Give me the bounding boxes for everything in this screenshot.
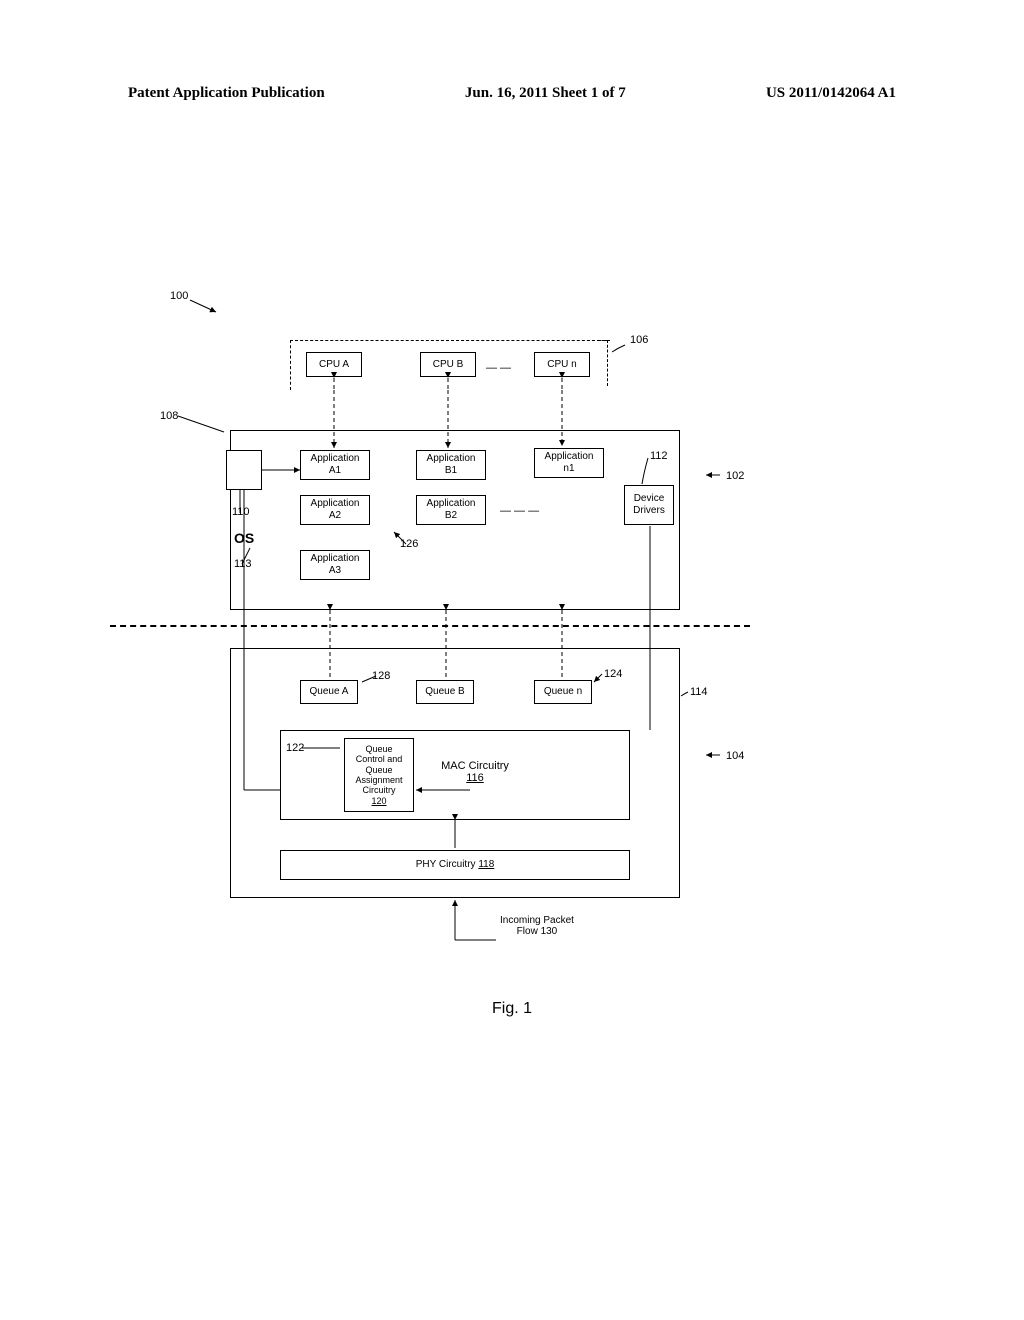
app-a1: Application A1 — [300, 450, 370, 480]
cpu-n: CPU n — [534, 352, 590, 377]
ref-118: 118 — [478, 859, 494, 870]
queue-n: Queue n — [534, 680, 592, 704]
figure-1-diagram: 100 CPU A CPU B CPU n — — 106 108 110 OS… — [150, 290, 870, 950]
app-a2: Application A2 — [300, 495, 370, 525]
app-b2: Application B2 — [416, 495, 486, 525]
ref-112: 112 — [650, 450, 668, 462]
ref-126: 126 — [400, 538, 418, 550]
ref-124: 124 — [604, 668, 622, 680]
hw-sw-divider — [110, 625, 750, 627]
header-center: Jun. 16, 2011 Sheet 1 of 7 — [465, 85, 626, 102]
ref-113: 113 — [234, 558, 252, 570]
app-ellipsis: — — — — [500, 505, 539, 517]
ref-106: 106 — [630, 334, 648, 346]
ref-114: 114 — [690, 686, 708, 698]
figure-caption: Fig. 1 — [0, 1000, 1024, 1018]
app-a3: Application A3 — [300, 550, 370, 580]
ref-128: 128 — [372, 670, 390, 682]
page-header: Patent Application Publication Jun. 16, … — [0, 85, 1024, 102]
cpu-ellipsis: — — — [486, 362, 511, 374]
queue-b: Queue B — [416, 680, 474, 704]
ref-120: 120 — [371, 796, 386, 806]
small-left-box — [226, 450, 262, 490]
os-label: OS — [234, 530, 254, 546]
cpu-group-box-right — [598, 340, 608, 386]
ref-116: 116 — [466, 772, 484, 784]
phy-circuitry: PHY Circuitry 118 — [280, 850, 630, 880]
app-b1: Application B1 — [416, 450, 486, 480]
ref-108: 108 — [160, 410, 178, 422]
ref-104: 104 — [726, 750, 744, 762]
header-left: Patent Application Publication — [128, 85, 325, 102]
mac-label-wrap: MAC Circuitry 116 — [430, 760, 520, 784]
qc-text: Queue Control and Queue Assignment Circu… — [355, 744, 402, 796]
cpu-b: CPU B — [420, 352, 476, 377]
incoming-flow-label: Incoming Packet Flow 130 — [500, 915, 574, 937]
mac-label: MAC Circuitry — [441, 760, 509, 772]
app-n1: Application n1 — [534, 448, 604, 478]
ref-102: 102 — [726, 470, 744, 482]
queue-control-circuitry: Queue Control and Queue Assignment Circu… — [344, 738, 414, 812]
phy-label: PHY Circuitry — [416, 859, 479, 870]
ref-100: 100 — [170, 290, 188, 302]
queue-a: Queue A — [300, 680, 358, 704]
device-drivers: Device Drivers — [624, 485, 674, 525]
ref-122: 122 — [286, 742, 304, 754]
cpu-a: CPU A — [306, 352, 362, 377]
header-right: US 2011/0142064 A1 — [766, 85, 896, 102]
ref-110: 110 — [232, 506, 250, 518]
